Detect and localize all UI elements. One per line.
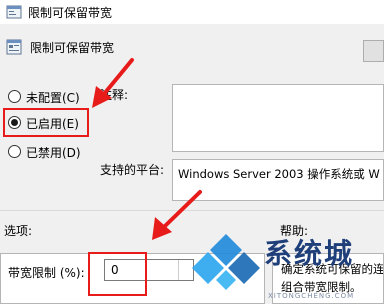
watermark-logo-icon: [192, 234, 260, 290]
arrow-to-enabled: [92, 58, 134, 108]
watermark-url: XITONGCHENG.COM: [268, 292, 355, 300]
watermark-text: 系统城: [264, 237, 355, 270]
